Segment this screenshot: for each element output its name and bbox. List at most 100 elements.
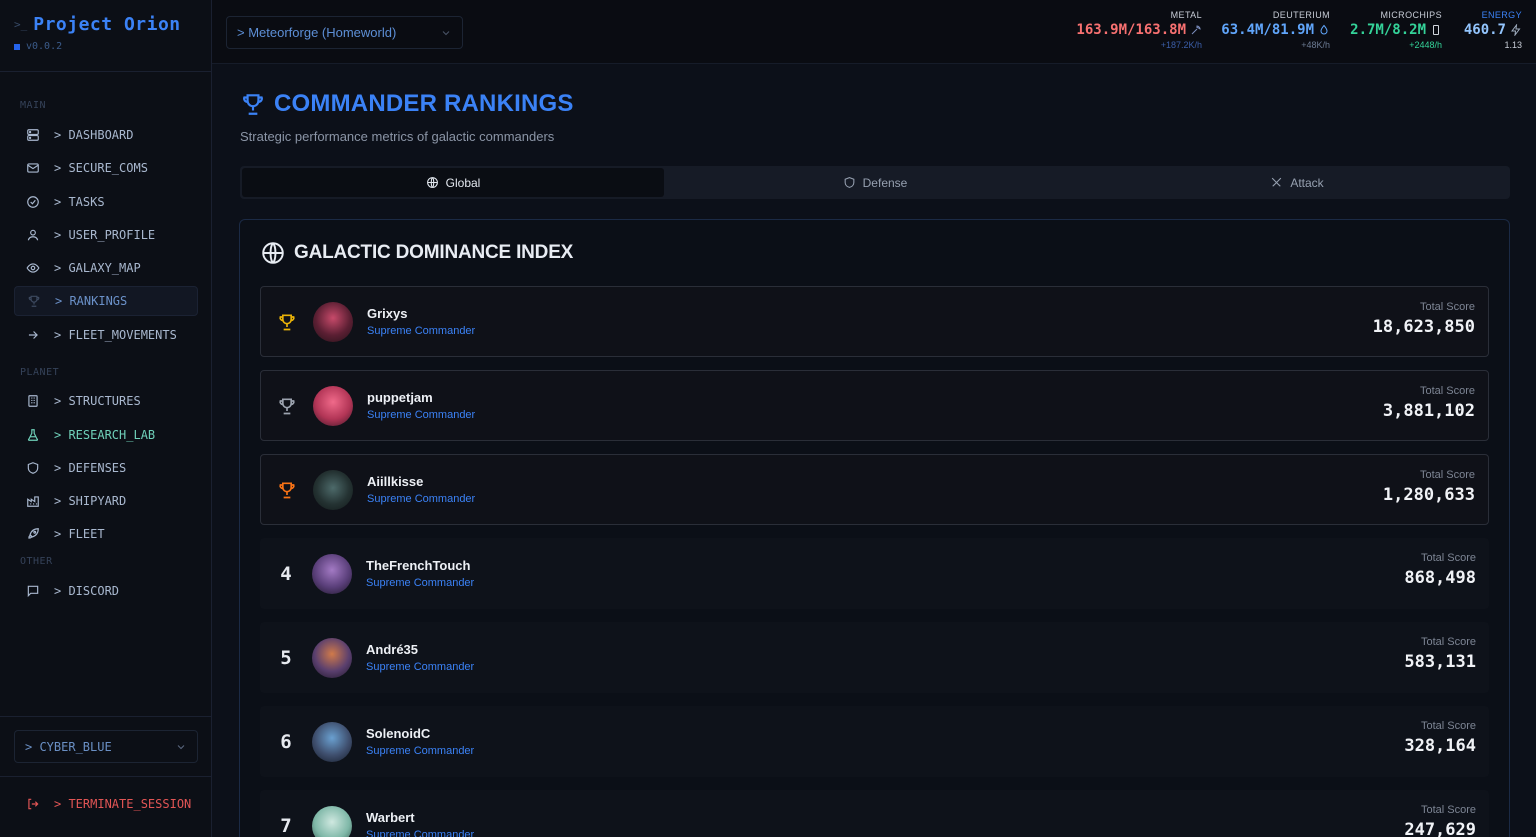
sidebar-item-label: > FLEET: [54, 527, 105, 541]
tab-label: Global: [445, 175, 481, 190]
sidebar-item-label: > SECURE_COMS: [54, 161, 148, 175]
sidebar-item-discord[interactable]: > DISCORD: [14, 576, 198, 606]
terminate-session-button[interactable]: > TERMINATE_SESSION: [26, 797, 191, 811]
score-value: 328,164: [1404, 736, 1476, 756]
page-title-text: COMMANDER RANKINGS: [274, 90, 574, 117]
score-label: Total Score: [1420, 804, 1476, 816]
resource-name: MICROCHIPS: [1380, 10, 1442, 20]
sidebar-item-defenses[interactable]: > DEFENSES: [14, 453, 198, 483]
terminate-session-label: > TERMINATE_SESSION: [54, 797, 192, 811]
sidebar-item-label: > USER_PROFILE: [54, 228, 156, 242]
resource-value: 163.9M/163.8M: [1076, 22, 1186, 38]
score-label: Total Score: [1419, 469, 1475, 481]
score-label: Total Score: [1420, 636, 1476, 648]
resource-rate: 1.13: [1504, 40, 1522, 50]
player-name: puppetjam: [367, 390, 433, 405]
arrow-right-icon: [28, 331, 38, 339]
sidebar-item-label: > DISCORD: [54, 584, 120, 598]
ranking-row[interactable]: puppetjam Supreme Commander Total Score …: [260, 370, 1489, 441]
resource-name: METAL: [1170, 10, 1202, 20]
rank-number: 7: [280, 814, 292, 837]
avatar: [312, 553, 352, 594]
ranking-row[interactable]: Grixys Supreme Commander Total Score 18,…: [260, 286, 1489, 357]
main-content: COMMANDER RANKINGS Strategic performance…: [212, 64, 1536, 837]
sidebar-item-label: > DEFENSES: [54, 461, 127, 475]
tab-global[interactable]: Global: [242, 168, 664, 197]
ranking-row[interactable]: Aiillkisse Supreme Commander Total Score…: [260, 454, 1489, 525]
message-icon: [27, 585, 39, 598]
resource-metal: METAL 163.9M/163.8M +187.2K/h: [1076, 10, 1202, 50]
sidebar-item-user-profile[interactable]: > USER_PROFILE: [14, 220, 198, 250]
score-value: 1,280,633: [1382, 485, 1475, 505]
pickaxe-icon: [1191, 25, 1201, 35]
score-label: Total Score: [1419, 385, 1475, 397]
player-role: Supreme Commander: [366, 745, 475, 757]
user-icon: [27, 229, 39, 241]
sidebar-item-galaxy-map[interactable]: > GALAXY_MAP: [14, 253, 198, 283]
sidebar-item-research-lab[interactable]: > RESEARCH_LAB: [14, 420, 198, 450]
theme-select[interactable]: > CYBER_BLUE: [14, 730, 198, 763]
planet-select[interactable]: > Meteorforge (Homeworld): [226, 16, 463, 49]
terminal-icon: >_: [14, 18, 28, 31]
tab-attack[interactable]: Attack: [1086, 168, 1508, 197]
tab-label: Defense: [862, 175, 908, 190]
sidebar-item-secure-coms[interactable]: > SECURE_COMS: [14, 153, 198, 183]
chevron-down-icon: [177, 744, 185, 749]
sidebar-item-label: > STRUCTURES: [54, 394, 141, 408]
player-role: Supreme Commander: [367, 325, 476, 337]
sidebar-item-dashboard[interactable]: > DASHBOARD: [14, 120, 198, 150]
planet-select-value: > Meteorforge (Homeworld): [237, 25, 397, 40]
chip-icon: [1433, 25, 1439, 35]
app-title: Project Orion: [33, 14, 181, 35]
score-label: Total Score: [1420, 552, 1476, 564]
avatar: [312, 637, 352, 678]
rank-trophy: [261, 480, 313, 500]
sidebar-item-label: > TASKS: [54, 195, 105, 209]
sidebar-item-rankings[interactable]: > RANKINGS: [14, 286, 198, 316]
globe-icon: [262, 242, 284, 264]
brand: >_ Project Orion v0.0.2: [0, 0, 211, 72]
app-version: v0.0.2: [26, 41, 63, 52]
tab-defense[interactable]: Defense: [664, 168, 1086, 197]
sidebar-item-shipyard[interactable]: > SHIPYARD: [14, 486, 198, 516]
resource-rate: +48K/h: [1301, 40, 1330, 50]
avatar: [312, 721, 352, 762]
ranking-row[interactable]: 7 Warbert Supreme Commander Total Score …: [260, 790, 1489, 837]
silver-trophy-icon: [279, 398, 295, 414]
chevron-down-icon: [442, 30, 450, 35]
resource-value: 460.7: [1463, 22, 1506, 38]
server-icon: [27, 129, 39, 141]
ranking-row[interactable]: 4 TheFrenchTouch Supreme Commander Total…: [260, 538, 1489, 609]
trophy-icon: [28, 295, 40, 307]
rocket-icon: [28, 528, 39, 539]
section-label-other: OTHER: [20, 556, 53, 567]
player-role: Supreme Commander: [367, 493, 476, 505]
shield-icon: [27, 462, 39, 474]
player-name: Aiillkisse: [367, 474, 424, 489]
divider: [0, 716, 212, 717]
droplet-icon: [1320, 24, 1328, 35]
mail-icon: [27, 163, 39, 173]
rank-number: 4: [280, 562, 292, 585]
sidebar-item-fleet-movements[interactable]: > FLEET_MOVEMENTS: [14, 320, 198, 350]
score-label: Total Score: [1419, 301, 1475, 313]
tab-label: Attack: [1290, 175, 1324, 190]
trophy-icon: [243, 94, 263, 115]
sidebar-item-fleet[interactable]: > FLEET: [14, 519, 198, 549]
score-value: 868,498: [1404, 568, 1476, 588]
ranking-row[interactable]: 6 SolenoidC Supreme Commander Total Scor…: [260, 706, 1489, 777]
gold-trophy-icon: [279, 314, 295, 330]
player-role: Supreme Commander: [366, 661, 475, 673]
ranking-row[interactable]: 5 André35 Supreme Commander Total Score …: [260, 622, 1489, 693]
check-circle-icon: [27, 196, 39, 208]
sidebar-item-label: > DASHBOARD: [54, 128, 134, 142]
resource-rate: +2448/h: [1409, 40, 1442, 50]
sidebar-item-tasks[interactable]: > TASKS: [14, 187, 198, 217]
sidebar-item-structures[interactable]: > STRUCTURES: [14, 386, 198, 416]
divider: [0, 776, 212, 777]
player-role: Supreme Commander: [366, 577, 475, 589]
resource-name: ENERGY: [1481, 10, 1522, 20]
sidebar-item-label: > RESEARCH_LAB: [54, 428, 156, 442]
page-title: COMMANDER RANKINGS: [240, 90, 574, 118]
sidebar: >_ Project Orion v0.0.2 MAIN > DASHBOARD…: [0, 0, 212, 837]
